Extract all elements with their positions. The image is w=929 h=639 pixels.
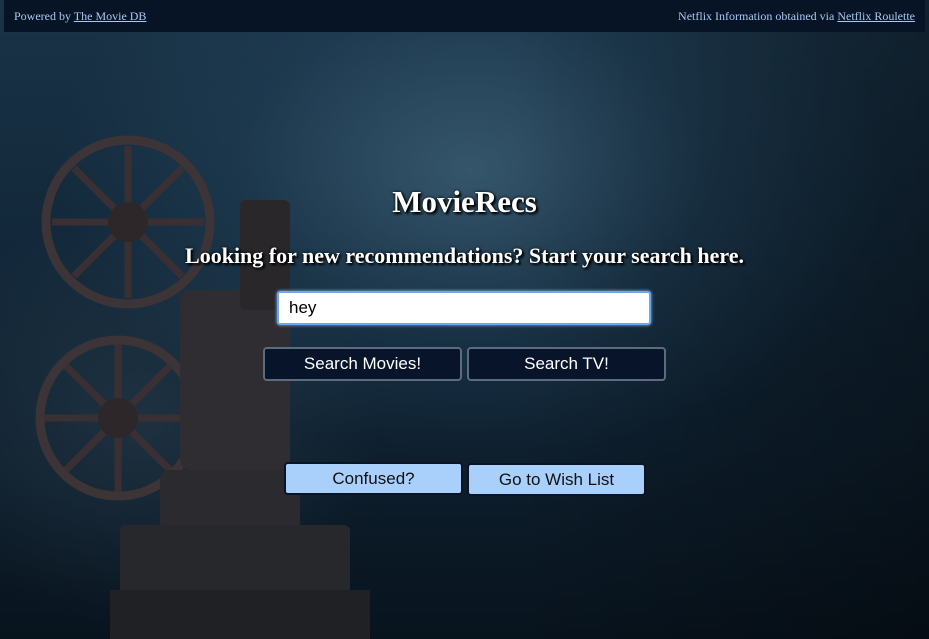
attribution-tmdb: Powered by The Movie DB bbox=[14, 9, 146, 24]
search-tv-button[interactable]: Search TV! bbox=[467, 347, 666, 381]
netflix-roulette-link[interactable]: Netflix Roulette bbox=[837, 9, 915, 23]
attribution-tmdb-text: Powered by bbox=[14, 9, 74, 23]
page-subtitle: Looking for new recommendations? Start y… bbox=[185, 243, 744, 268]
page-title: MovieRecs bbox=[392, 184, 537, 219]
wish-list-button[interactable]: Go to Wish List bbox=[467, 463, 646, 496]
top-bar: Powered by The Movie DB Netflix Informat… bbox=[4, 0, 925, 32]
tmdb-link[interactable]: The Movie DB bbox=[74, 9, 147, 23]
confused-button[interactable]: Confused? bbox=[284, 462, 463, 495]
search-movies-button[interactable]: Search Movies! bbox=[263, 347, 462, 381]
attribution-netflix-text: Netflix Information obtained via bbox=[678, 9, 838, 23]
search-input[interactable] bbox=[277, 291, 651, 325]
attribution-netflix: Netflix Information obtained via Netflix… bbox=[678, 9, 915, 24]
